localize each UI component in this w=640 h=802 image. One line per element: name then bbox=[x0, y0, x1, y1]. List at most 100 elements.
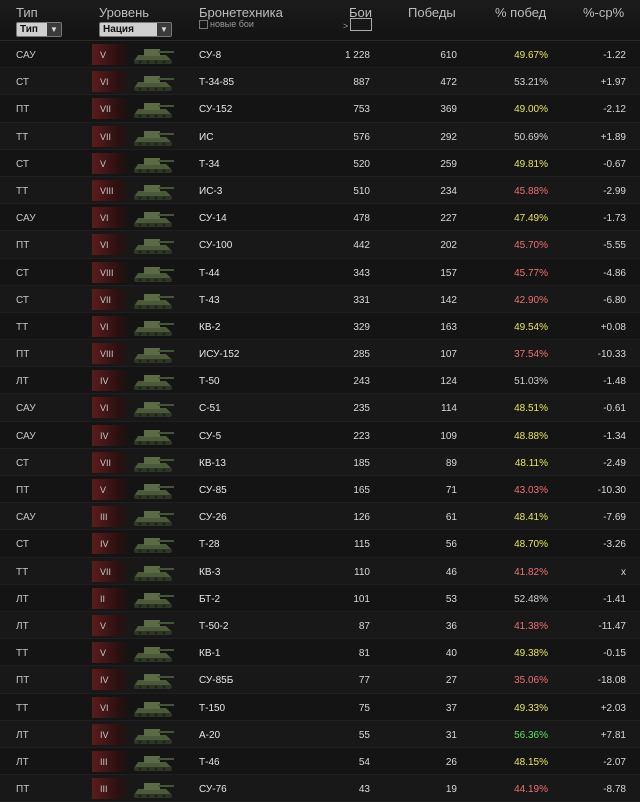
battles-count: 165 bbox=[353, 485, 370, 496]
nation-select[interactable]: Нация ▼ bbox=[99, 22, 172, 37]
wins-count: 227 bbox=[440, 213, 457, 225]
vehicle-tier: IV bbox=[100, 430, 109, 441]
win-rate-diff: -2.07 bbox=[603, 756, 626, 768]
tank-icon bbox=[134, 157, 174, 173]
table-row[interactable]: ПТ IV СУ-85Б 77 27 35.06% -18.08 bbox=[0, 666, 640, 694]
table-row[interactable]: СТ IV Т-28 115 56 48.70% -3.26 bbox=[0, 530, 640, 558]
win-rate-diff: -4.86 bbox=[603, 267, 626, 279]
table-row[interactable]: СТ VI Т-34-85 887 472 53.21% +1.97 bbox=[0, 68, 640, 96]
nation-flag bbox=[92, 479, 130, 500]
wins-count: 142 bbox=[440, 294, 457, 306]
table-row[interactable]: САУ VI СУ-14 478 227 47.49% -1.73 bbox=[0, 204, 640, 232]
wins-count: 107 bbox=[440, 349, 457, 361]
diff-header[interactable]: %-ср% bbox=[583, 5, 624, 20]
nation-flag bbox=[92, 44, 130, 65]
table-row[interactable]: ПТ VIII ИСУ-152 285 107 37.54% -10.33 bbox=[0, 340, 640, 368]
vehicle-name: СУ-14 bbox=[199, 213, 227, 225]
battles-count: 223 bbox=[353, 430, 370, 442]
table-row[interactable]: ПТ VI СУ-100 442 202 45.70% -5.55 bbox=[0, 231, 640, 259]
wins-count: 26 bbox=[445, 756, 457, 768]
table-row[interactable]: СТ VIII Т-44 343 157 45.77% -4.86 bbox=[0, 258, 640, 286]
pct-header[interactable]: % побед bbox=[495, 5, 546, 20]
vehicle-type: СТ bbox=[16, 158, 29, 170]
new-battles-toggle[interactable]: новые бои bbox=[199, 19, 254, 30]
nation-flag bbox=[92, 614, 130, 636]
table-row[interactable]: ЛТ IV А-20 55 31 56.36% +7.81 bbox=[0, 720, 640, 748]
vehicle-tier: V bbox=[100, 620, 107, 631]
tank-icon bbox=[134, 728, 174, 744]
vehicle-name: КВ-2 bbox=[199, 321, 221, 333]
vehicle-tier: V bbox=[100, 485, 107, 495]
battles-filter-input[interactable] bbox=[350, 18, 372, 31]
vehicle-tier: IV bbox=[100, 376, 109, 387]
win-rate-diff: -1.34 bbox=[603, 430, 626, 442]
table-row[interactable]: ЛТ II БТ-2 101 53 52.48% -1.41 bbox=[0, 584, 640, 612]
table-row[interactable]: ПТ V СУ-85 165 71 43.03% -10.30 bbox=[0, 476, 640, 504]
wins-count: 109 bbox=[440, 430, 457, 442]
win-rate-diff: +0.08 bbox=[600, 321, 626, 333]
battles-count: 77 bbox=[358, 675, 370, 687]
tank-icon bbox=[134, 783, 174, 799]
vehicle-name: Т-46 bbox=[199, 756, 220, 768]
vehicle-tier: VII bbox=[100, 566, 112, 577]
table-row[interactable]: ПТ VII СУ-152 753 369 49.00% -2.12 bbox=[0, 95, 640, 123]
vehicle-type: ПТ bbox=[16, 485, 30, 496]
table-row[interactable]: САУ V СУ-8 1 228 610 49.67% -1.22 bbox=[0, 41, 640, 69]
battles-count: 101 bbox=[353, 593, 370, 605]
vehicle-name: СУ-100 bbox=[199, 240, 233, 252]
nation-flag bbox=[92, 696, 130, 718]
vehicle-type: САУ bbox=[16, 512, 36, 524]
vehicle-type: СТ bbox=[16, 457, 29, 469]
battles-count: 54 bbox=[358, 756, 370, 768]
vehicle-type: ПТ bbox=[16, 104, 30, 116]
battles-count: 81 bbox=[358, 648, 370, 660]
tank-icon bbox=[134, 565, 174, 581]
win-rate-diff: +2.03 bbox=[600, 702, 626, 714]
vehicle-tier: V bbox=[100, 158, 107, 169]
vehicle-name: БТ-2 bbox=[199, 593, 221, 605]
vehicle-tier: VI bbox=[100, 240, 109, 251]
vehicle-tier: VI bbox=[100, 213, 109, 224]
battles-count: 576 bbox=[353, 131, 370, 143]
table-row[interactable]: ТТ VI КВ-2 329 163 49.54% +0.08 bbox=[0, 312, 640, 341]
table-row[interactable]: ТТ VII ИС 576 292 50.69% +1.89 bbox=[0, 122, 640, 150]
vehicle-type: ЛТ bbox=[16, 376, 29, 388]
table-row[interactable]: ЛТ III Т-46 54 26 48.15% -2.07 bbox=[0, 747, 640, 776]
vehicle-name: А-20 bbox=[199, 729, 221, 741]
table-row[interactable]: СТ VII Т-43 331 142 42.90% -6.80 bbox=[0, 285, 640, 313]
win-rate-diff: -2.49 bbox=[603, 457, 626, 469]
table-row[interactable]: ТТ VI Т-150 75 37 49.33% +2.03 bbox=[0, 693, 640, 721]
vehicle-type: ТТ bbox=[16, 131, 29, 143]
battles-count: 55 bbox=[358, 729, 370, 741]
table-row[interactable]: ТТ V КВ-1 81 40 49.38% -0.15 bbox=[0, 639, 640, 667]
win-rate-diff: -1.41 bbox=[603, 593, 626, 605]
vehicle-name: Т-34-85 bbox=[199, 77, 235, 89]
tank-icon bbox=[134, 130, 174, 146]
vehicle-name: СУ-85 bbox=[199, 485, 227, 496]
table-row[interactable]: ПТ III СУ-76 43 19 44.19% -8.78 bbox=[0, 775, 640, 802]
win-rate-diff: -2.12 bbox=[603, 104, 626, 116]
type-select[interactable]: Тип ▼ bbox=[16, 22, 62, 37]
wins-count: 163 bbox=[440, 321, 457, 333]
wins-count: 53 bbox=[445, 593, 457, 605]
nation-flag bbox=[92, 506, 130, 528]
battles-gt: > bbox=[343, 21, 349, 31]
table-row[interactable]: ТТ VIII ИС-3 510 234 45.88% -2.99 bbox=[0, 176, 640, 205]
win-rate: 41.38% bbox=[514, 620, 548, 632]
wins-header[interactable]: Победы bbox=[408, 5, 456, 20]
tank-icon bbox=[134, 701, 174, 717]
battles-count: 520 bbox=[353, 158, 370, 170]
table-row[interactable]: СТ VII КВ-13 185 89 48.11% -2.49 bbox=[0, 448, 640, 476]
table-row[interactable]: ТТ VII КВ-3 110 46 41.82% x bbox=[0, 557, 640, 585]
tank-icon bbox=[134, 674, 174, 690]
battles-count: 115 bbox=[354, 539, 370, 551]
table-row[interactable]: САУ IV СУ-5 223 109 48.88% -1.34 bbox=[0, 421, 640, 449]
table-row[interactable]: ЛТ V Т-50-2 87 36 41.38% -11.47 bbox=[0, 611, 640, 640]
table-row[interactable]: САУ III СУ-26 126 61 48.41% -7.69 bbox=[0, 503, 640, 531]
table-row[interactable]: СТ V Т-34 520 259 49.81% -0.67 bbox=[0, 149, 640, 177]
table-row[interactable]: САУ VI С-51 235 114 48.51% -0.61 bbox=[0, 394, 640, 422]
table-row[interactable]: ЛТ IV Т-50 243 124 51.03% -1.48 bbox=[0, 367, 640, 395]
battles-count: 887 bbox=[353, 77, 370, 89]
wins-count: 61 bbox=[445, 512, 457, 524]
tank-icon bbox=[134, 484, 174, 499]
